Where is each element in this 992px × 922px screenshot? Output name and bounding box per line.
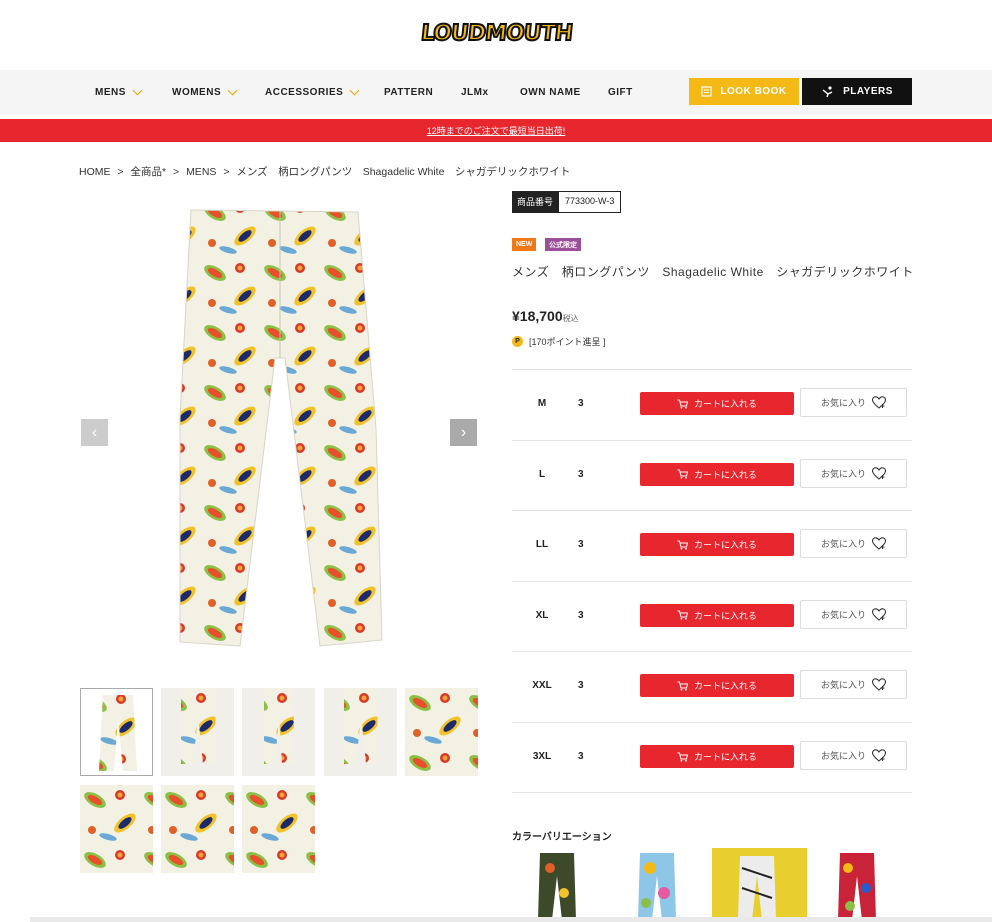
- breadcrumb-home[interactable]: HOME: [79, 166, 111, 178]
- size-label: XXL: [532, 680, 552, 692]
- cart-icon: [677, 540, 688, 550]
- official-limited-badge: 公式限定: [545, 238, 581, 251]
- product-code-label: 商品番号: [512, 191, 559, 213]
- chevron-down-icon: [349, 85, 360, 96]
- product-title: メンズ 柄ロングパンツ Shagadelic White シャガデリックホワイト: [512, 265, 914, 279]
- add-to-favorites-button[interactable]: お気に入り: [800, 458, 907, 488]
- players-button[interactable]: PLAYERS: [802, 78, 912, 105]
- thumbnail-8[interactable]: [242, 785, 315, 873]
- size-label: L: [538, 468, 546, 480]
- size-label: XL: [535, 609, 549, 621]
- stock-quantity: 3: [578, 680, 584, 692]
- nav-pattern[interactable]: PATTERN: [384, 70, 433, 115]
- shipping-banner[interactable]: 12時までのご注文で最短当日出荷!: [0, 119, 992, 142]
- cart-icon: [677, 469, 688, 479]
- add-to-cart-button[interactable]: カートに入れる: [640, 462, 794, 486]
- chevron-left-icon: ‹: [91, 423, 98, 441]
- add-to-cart-button[interactable]: カートに入れる: [640, 392, 794, 415]
- size-row: XXL 3 カートに入れる お気に入り: [512, 651, 912, 721]
- size-label: M: [537, 398, 547, 409]
- stock-quantity: 3: [578, 398, 584, 409]
- points-info: P [170ポイント進呈 ]: [512, 335, 606, 348]
- thumbnail-4[interactable]: [324, 688, 397, 776]
- color-variation-4[interactable]: [812, 848, 907, 920]
- cart-icon: [677, 752, 688, 762]
- add-to-favorites-button[interactable]: お気に入り: [800, 670, 907, 700]
- chevron-right-icon: ›: [460, 423, 467, 441]
- stock-quantity: 3: [578, 751, 584, 762]
- add-to-favorites-button[interactable]: お気に入り: [800, 599, 907, 629]
- heart-plus-icon: [872, 537, 886, 550]
- nav-accessories[interactable]: ACCESSORIES: [265, 70, 360, 115]
- breadcrumb-separator: >: [223, 166, 230, 178]
- nav-own-name[interactable]: OWN NAME: [520, 70, 581, 115]
- new-badge: NEW: [512, 238, 537, 251]
- thumbnail-3[interactable]: [242, 688, 315, 776]
- thumbnail-6[interactable]: [80, 785, 153, 873]
- add-to-favorites-button[interactable]: お気に入り: [800, 741, 907, 770]
- breadcrumb-separator: >: [117, 166, 124, 178]
- size-row: L 3 カートに入れる お気に入り: [512, 439, 912, 510]
- breadcrumb-all-products[interactable]: 全商品*: [130, 166, 166, 178]
- product-code: 商品番号 773300-W-3: [512, 191, 622, 213]
- nav-gift[interactable]: GIFT: [608, 70, 633, 115]
- heart-plus-icon: [872, 396, 886, 409]
- cart-icon: [677, 610, 688, 620]
- thumbnail-1[interactable]: [80, 688, 153, 776]
- breadcrumb-current: メンズ 柄ロングパンツ Shagadelic White シャガデリックホワイト: [236, 166, 571, 178]
- size-row: 3XL 3 カートに入れる お気に入り: [512, 722, 912, 792]
- size-row: M 3 カートに入れる お気に入り: [512, 369, 912, 439]
- lookbook-button[interactable]: LOOK BOOK: [689, 78, 799, 105]
- nav-mens[interactable]: MENS: [95, 70, 143, 115]
- size-label: 3XL: [532, 751, 552, 762]
- chevron-down-icon: [227, 85, 238, 96]
- breadcrumb-mens[interactable]: MENS: [186, 166, 216, 178]
- prev-image-button[interactable]: ‹: [81, 419, 108, 446]
- color-variation-1[interactable]: [512, 848, 607, 920]
- nav-jlmx[interactable]: JLMx: [461, 70, 489, 115]
- chevron-down-icon: [132, 85, 143, 96]
- book-icon: [701, 86, 713, 97]
- golfer-icon: [822, 85, 833, 97]
- product-main-image: [80, 198, 477, 668]
- divider: [512, 792, 912, 793]
- nav-womens[interactable]: WOMENS: [172, 70, 238, 115]
- color-variation-2[interactable]: [612, 848, 707, 920]
- heart-plus-icon: [872, 608, 886, 621]
- product-code-value: 773300-W-3: [558, 191, 622, 213]
- horizontal-scrollbar[interactable]: [30, 917, 992, 922]
- add-to-favorites-button[interactable]: お気に入り: [800, 388, 907, 417]
- add-to-favorites-button[interactable]: お気に入り: [800, 529, 907, 559]
- size-label: LL: [535, 539, 549, 551]
- thumbnail-7[interactable]: [161, 785, 234, 873]
- site-header: LOUDMOUTH: [0, 0, 992, 70]
- cart-icon: [677, 399, 688, 409]
- breadcrumb-separator: >: [173, 166, 180, 178]
- stock-quantity: 3: [578, 468, 584, 480]
- cart-icon: [677, 681, 688, 691]
- breadcrumb: HOME > 全商品* > MENS > メンズ 柄ロングパンツ Shagade…: [79, 164, 574, 179]
- size-row: LL 3 カートに入れる お気に入り: [512, 510, 912, 580]
- point-coin-icon: P: [512, 336, 523, 347]
- thumbnail-2[interactable]: [161, 688, 234, 776]
- stock-quantity: 3: [578, 539, 584, 551]
- loudmouth-logo[interactable]: LOUDMOUTH: [418, 18, 574, 48]
- tax-label: 税込: [562, 314, 579, 323]
- heart-plus-icon: [872, 749, 886, 762]
- color-variation-3[interactable]: [712, 848, 807, 920]
- product-price: ¥18,700税込: [512, 308, 579, 324]
- add-to-cart-button[interactable]: カートに入れる: [640, 674, 794, 698]
- heart-plus-icon: [872, 466, 886, 480]
- color-variation-title: カラーバリエーション: [512, 832, 612, 843]
- heart-plus-icon: [872, 678, 886, 692]
- size-row: XL 3 カートに入れる お気に入り: [512, 580, 912, 651]
- next-image-button[interactable]: ›: [450, 419, 477, 446]
- add-to-cart-button[interactable]: カートに入れる: [640, 603, 794, 627]
- add-to-cart-button[interactable]: カートに入れる: [640, 745, 794, 768]
- thumbnail-5[interactable]: [405, 688, 478, 776]
- stock-quantity: 3: [578, 609, 584, 621]
- add-to-cart-button[interactable]: カートに入れる: [640, 533, 794, 557]
